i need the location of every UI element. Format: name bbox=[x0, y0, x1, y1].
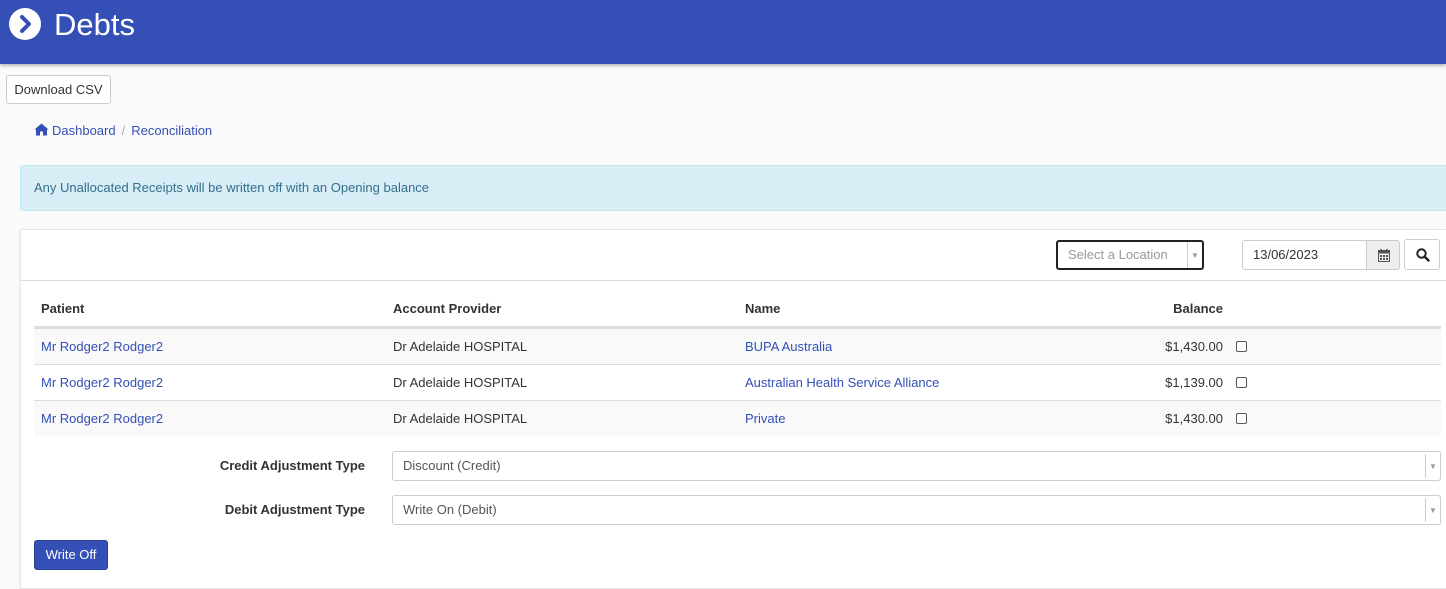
header-balance: Balance bbox=[1173, 301, 1223, 316]
caret-down-icon: ▼ bbox=[1425, 498, 1440, 522]
breadcrumb-reconciliation-link[interactable]: Reconciliation bbox=[131, 123, 212, 138]
patient-link[interactable]: Mr Rodger2 Rodger2 bbox=[41, 401, 163, 436]
patient-link[interactable]: Mr Rodger2 Rodger2 bbox=[41, 329, 163, 364]
date-picker: 13/06/2023 bbox=[1242, 240, 1400, 270]
row-checkbox[interactable] bbox=[1236, 377, 1247, 388]
caret-down-icon: ▼ bbox=[1187, 242, 1202, 268]
location-select[interactable]: Select a Location ▼ bbox=[1056, 240, 1204, 270]
home-icon bbox=[34, 123, 49, 140]
table-row: Mr Rodger2 Rodger2 Dr Adelaide HOSPITAL … bbox=[34, 400, 1441, 436]
write-off-button[interactable]: Write Off bbox=[34, 540, 108, 570]
panel-toolbar: Select a Location ▼ 13/06/2023 bbox=[21, 230, 1446, 281]
calendar-icon[interactable] bbox=[1366, 240, 1400, 270]
caret-down-icon: ▼ bbox=[1425, 454, 1440, 478]
account-provider: Dr Adelaide HOSPITAL bbox=[393, 339, 528, 354]
search-icon bbox=[1416, 248, 1430, 262]
debit-adjustment-select[interactable]: Write On (Debit) ▼ bbox=[392, 495, 1441, 525]
account-provider: Dr Adelaide HOSPITAL bbox=[393, 411, 528, 426]
credit-adjustment-select[interactable]: Discount (Credit) ▼ bbox=[392, 451, 1441, 481]
date-input[interactable]: 13/06/2023 bbox=[1242, 240, 1367, 270]
payer-name-link[interactable]: Private bbox=[745, 401, 785, 436]
search-button[interactable] bbox=[1404, 239, 1440, 270]
credit-adjustment-label: Credit Adjustment Type bbox=[219, 458, 365, 473]
credit-adjustment-value: Discount (Credit) bbox=[403, 458, 501, 473]
breadcrumb: Dashboard / Reconciliation bbox=[34, 123, 212, 140]
breadcrumb-dashboard-link[interactable]: Dashboard bbox=[52, 123, 116, 138]
payer-name-link[interactable]: BUPA Australia bbox=[745, 329, 832, 364]
debts-panel: Select a Location ▼ 13/06/2023 Patient A… bbox=[20, 229, 1446, 589]
header-patient: Patient bbox=[41, 301, 85, 316]
patient-link[interactable]: Mr Rodger2 Rodger2 bbox=[41, 365, 163, 400]
balance-value: $1,430.00 bbox=[1165, 339, 1223, 354]
location-select-placeholder: Select a Location bbox=[1068, 247, 1168, 262]
table-header: Patient Account Provider Name Balance bbox=[34, 292, 1441, 328]
account-provider: Dr Adelaide HOSPITAL bbox=[393, 375, 528, 390]
page-title: Debts bbox=[54, 7, 135, 42]
balance-value: $1,139.00 bbox=[1165, 375, 1223, 390]
breadcrumb-separator: / bbox=[121, 123, 126, 138]
row-checkbox[interactable] bbox=[1236, 341, 1247, 352]
row-checkbox[interactable] bbox=[1236, 413, 1247, 424]
debit-adjustment-value: Write On (Debit) bbox=[403, 502, 497, 517]
debts-table: Patient Account Provider Name Balance Mr… bbox=[34, 292, 1441, 436]
debit-adjustment-label: Debit Adjustment Type bbox=[224, 502, 365, 517]
app-header: Debts bbox=[0, 0, 1446, 64]
header-account-provider: Account Provider bbox=[393, 301, 502, 316]
payer-name-link[interactable]: Australian Health Service Alliance bbox=[745, 365, 939, 400]
header-name: Name bbox=[745, 301, 781, 316]
table-row: Mr Rodger2 Rodger2 Dr Adelaide HOSPITAL … bbox=[34, 364, 1441, 400]
back-chevron-icon[interactable] bbox=[9, 8, 41, 40]
info-alert: Any Unallocated Receipts will be written… bbox=[20, 165, 1446, 211]
balance-value: $1,430.00 bbox=[1165, 411, 1223, 426]
download-csv-button[interactable]: Download CSV bbox=[6, 75, 111, 104]
table-row: Mr Rodger2 Rodger2 Dr Adelaide HOSPITAL … bbox=[34, 328, 1441, 364]
